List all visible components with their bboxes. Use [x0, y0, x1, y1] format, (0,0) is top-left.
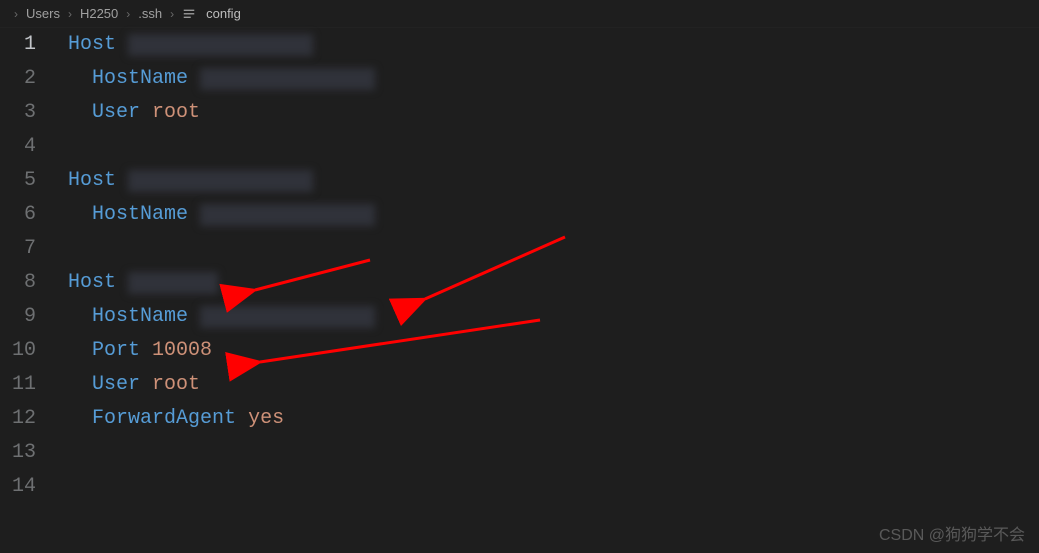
- line-number: 14: [0, 470, 36, 504]
- redacted-value: [200, 306, 375, 328]
- redacted-value: [200, 204, 375, 226]
- config-key: User: [92, 368, 140, 402]
- code-line[interactable]: Host: [68, 28, 1039, 62]
- code-line[interactable]: User root: [68, 96, 1039, 130]
- redacted-value: [128, 34, 313, 56]
- code-line[interactable]: Host: [68, 164, 1039, 198]
- config-key: Port: [92, 334, 140, 368]
- line-number: 13: [0, 436, 36, 470]
- chevron-right-icon: ›: [170, 7, 174, 21]
- redacted-value: [200, 68, 375, 90]
- line-number-gutter: 1234567891011121314: [0, 28, 56, 504]
- breadcrumb-item[interactable]: .ssh: [138, 6, 162, 21]
- line-number: 9: [0, 300, 36, 334]
- config-value: root: [152, 368, 200, 402]
- code-editor[interactable]: 1234567891011121314 Host HostName User r…: [0, 28, 1039, 504]
- line-number: 4: [0, 130, 36, 164]
- config-key: HostName: [92, 300, 188, 334]
- code-line[interactable]: [68, 470, 1039, 504]
- line-number: 10: [0, 334, 36, 368]
- config-key: HostName: [92, 62, 188, 96]
- line-number: 2: [0, 62, 36, 96]
- chevron-right-icon: ›: [68, 7, 72, 21]
- watermark: CSDN @狗狗学不会: [879, 521, 1025, 545]
- redacted-value: [128, 272, 218, 294]
- code-content[interactable]: Host HostName User root Host HostName Hos…: [56, 28, 1039, 504]
- config-key: User: [92, 96, 140, 130]
- code-line[interactable]: [68, 130, 1039, 164]
- code-line[interactable]: [68, 436, 1039, 470]
- config-value: 10008: [152, 334, 212, 368]
- line-number: 12: [0, 402, 36, 436]
- code-line[interactable]: Port 10008: [68, 334, 1039, 368]
- config-key: HostName: [92, 198, 188, 232]
- line-number: 1: [0, 28, 36, 62]
- line-number: 3: [0, 96, 36, 130]
- breadcrumb: › Users › H2250 › .ssh › config: [0, 0, 1039, 28]
- code-line[interactable]: HostName: [68, 198, 1039, 232]
- line-number: 8: [0, 266, 36, 300]
- config-key: Host: [68, 164, 116, 198]
- file-lines-icon: [182, 7, 196, 21]
- redacted-value: [128, 170, 313, 192]
- config-key: ForwardAgent: [92, 402, 236, 436]
- code-line[interactable]: [68, 232, 1039, 266]
- config-value: root: [152, 96, 200, 130]
- chevron-right-icon: ›: [14, 7, 18, 21]
- breadcrumb-item[interactable]: Users: [26, 6, 60, 21]
- code-line[interactable]: HostName: [68, 300, 1039, 334]
- line-number: 5: [0, 164, 36, 198]
- line-number: 11: [0, 368, 36, 402]
- code-line[interactable]: ForwardAgent yes: [68, 402, 1039, 436]
- code-line[interactable]: HostName: [68, 62, 1039, 96]
- line-number: 6: [0, 198, 36, 232]
- chevron-right-icon: ›: [126, 7, 130, 21]
- config-key: Host: [68, 266, 116, 300]
- config-key: Host: [68, 28, 116, 62]
- config-value: yes: [248, 402, 284, 436]
- line-number: 7: [0, 232, 36, 266]
- breadcrumb-item[interactable]: H2250: [80, 6, 118, 21]
- code-line[interactable]: User root: [68, 368, 1039, 402]
- code-line[interactable]: Host: [68, 266, 1039, 300]
- breadcrumb-item-current[interactable]: config: [206, 6, 241, 21]
